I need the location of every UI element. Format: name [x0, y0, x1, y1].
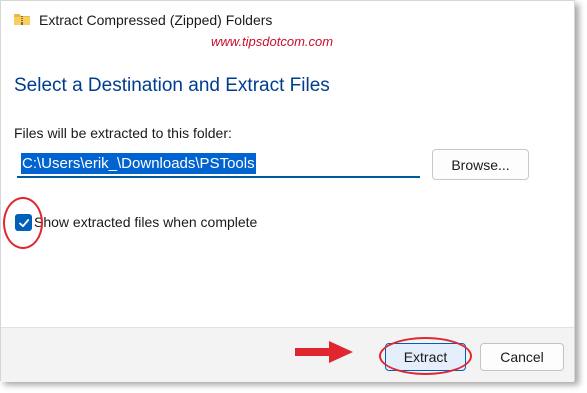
extract-dialog: Extract Compressed (Zipped) Folders www.…: [0, 0, 575, 382]
browse-button[interactable]: Browse...: [432, 149, 529, 180]
page-heading: Select a Destination and Extract Files: [14, 75, 330, 96]
watermark-text: www.tipsdotcom.com: [211, 34, 334, 49]
annotation-circle-checkbox: [3, 197, 43, 249]
destination-label: Files will be extracted to this folder:: [14, 125, 232, 141]
cancel-button[interactable]: Cancel: [480, 343, 564, 371]
destination-path-value: C:\Users\erik_\Downloads\PSTools: [21, 153, 256, 174]
destination-path-input[interactable]: C:\Users\erik_\Downloads\PSTools: [17, 150, 420, 178]
red-arrow-icon: [295, 341, 353, 363]
window-title: Extract Compressed (Zipped) Folders: [39, 12, 273, 28]
annotation-circle-extract: [379, 337, 472, 375]
zip-folder-icon: [14, 14, 30, 25]
show-files-label[interactable]: Show extracted files when complete: [34, 214, 257, 230]
